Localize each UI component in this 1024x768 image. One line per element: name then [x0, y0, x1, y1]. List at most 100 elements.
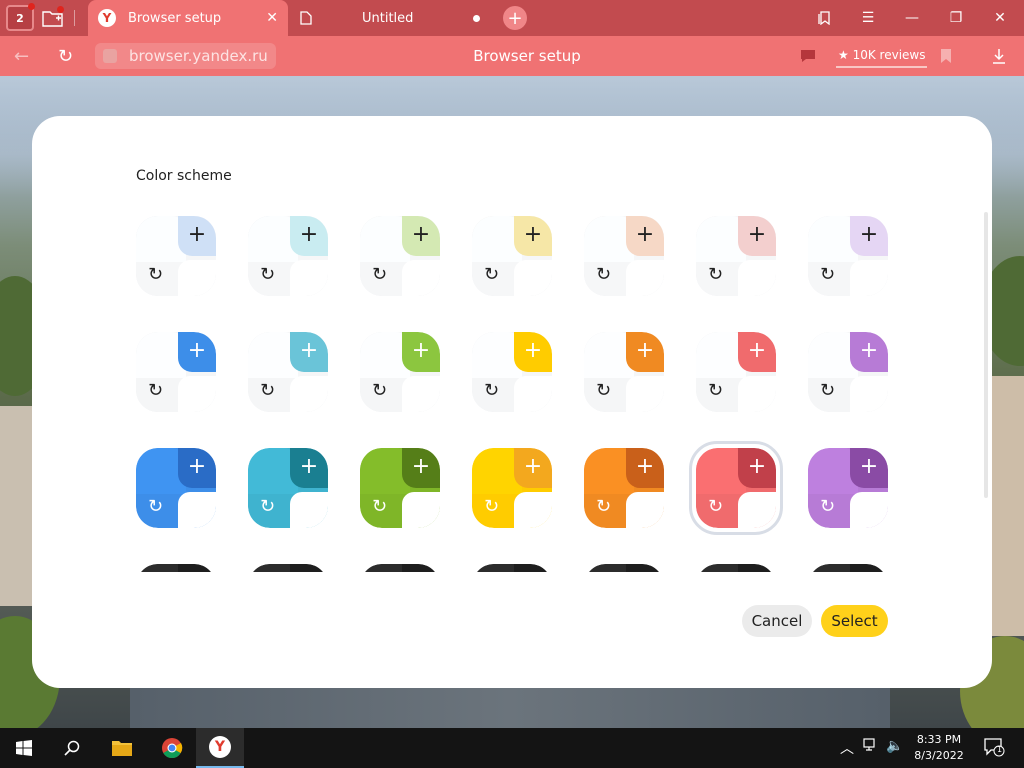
notification-dot: [57, 6, 64, 13]
reload-icon: ↻: [372, 380, 388, 401]
windows-taskbar: Y ︿ 🔈 8:33 PM 8/3/2022 1: [0, 728, 1024, 768]
color-swatch-teal-mid[interactable]: + ↻: [248, 332, 328, 412]
reload-icon: ↻: [260, 380, 276, 401]
download-icon: [993, 49, 1005, 64]
color-swatch-blue-mid[interactable]: + ↻: [136, 332, 216, 412]
comments-button[interactable]: [800, 36, 816, 76]
plus-icon: +: [635, 222, 655, 247]
color-swatch-yellow-light[interactable]: + ↻: [472, 216, 552, 296]
unsaved-dot-icon: [473, 14, 480, 22]
reload-icon: ↻: [484, 496, 500, 517]
restore-button[interactable]: ❐: [934, 0, 978, 36]
close-tab-icon[interactable]: ✕: [266, 10, 278, 26]
bookmarks-panel-button[interactable]: [802, 0, 846, 36]
scrollbar[interactable]: [984, 212, 988, 498]
bookmark-button[interactable]: [940, 36, 952, 76]
color-swatch-red-strong[interactable]: + ↻: [696, 448, 776, 528]
select-button[interactable]: Select: [821, 605, 888, 637]
swatch-address-field: [850, 260, 888, 296]
plus-icon: +: [411, 222, 431, 247]
plus-icon: +: [858, 570, 880, 572]
color-swatch-purple-strong[interactable]: + ↻: [808, 448, 888, 528]
color-swatch-yellow-dark[interactable]: +↻: [472, 564, 552, 572]
cancel-button[interactable]: Cancel: [742, 605, 812, 637]
color-swatch-yellow-mid[interactable]: + ↻: [472, 332, 552, 412]
reload-icon: ↻: [148, 496, 164, 517]
color-swatch-green-light[interactable]: + ↻: [360, 216, 440, 296]
clock-time: 8:33 PM: [916, 733, 962, 746]
reload-icon: ↻: [148, 264, 164, 285]
color-swatch-orange-dark[interactable]: +↻: [584, 564, 664, 572]
search-button[interactable]: [48, 728, 96, 768]
volume-icon[interactable]: 🔈: [886, 738, 903, 754]
hamburger-menu-icon: ☰: [861, 10, 875, 26]
color-swatch-yellow-strong[interactable]: + ↻: [472, 448, 552, 528]
tab-browser-setup[interactable]: Y Browser setup ✕: [88, 0, 288, 36]
color-swatch-red-mid[interactable]: + ↻: [696, 332, 776, 412]
tab-untitled[interactable]: Untitled: [290, 0, 490, 36]
reload-icon: ↻: [708, 264, 724, 285]
plus-icon: +: [298, 570, 320, 572]
color-swatch-teal-dark[interactable]: +↻: [248, 564, 328, 572]
plus-icon: +: [507, 7, 523, 29]
yandex-browser-button[interactable]: Y: [196, 728, 244, 768]
swatch-address-field: [290, 376, 328, 412]
menu-button[interactable]: ☰: [846, 0, 890, 36]
color-scheme-dialog: Color scheme + ↻ + ↻ + ↻ + ↻ + ↻ + ↻ + ↻ + ↻ + ↻ + ↻ + ↻ + ↻ + ↻ +…: [32, 116, 992, 688]
search-icon: [64, 740, 80, 756]
minimize-button[interactable]: —: [890, 0, 934, 36]
color-swatch-purple-dark[interactable]: +↻: [808, 564, 888, 572]
plus-icon: +: [299, 454, 319, 479]
close-window-button[interactable]: ✕: [978, 0, 1022, 36]
folder-icon: [112, 741, 132, 756]
reviews-label: 10K reviews: [852, 48, 926, 62]
reload-icon: ↻: [596, 496, 612, 517]
bookmark-icon: [941, 49, 951, 63]
plus-icon: +: [186, 570, 208, 572]
swatch-address-field: [178, 260, 216, 296]
reviews-button[interactable]: ★ 10K reviews: [836, 44, 928, 68]
color-swatch-orange-mid[interactable]: + ↻: [584, 332, 664, 412]
color-swatch-green-mid[interactable]: + ↻: [360, 332, 440, 412]
reload-icon: ↻: [372, 264, 388, 285]
new-tab-group-button[interactable]: [40, 5, 66, 31]
color-swatch-red-dark[interactable]: +↻: [696, 564, 776, 572]
downloads-button[interactable]: [992, 36, 1006, 76]
color-swatch-green-dark[interactable]: +↻: [360, 564, 440, 572]
plus-icon: +: [746, 570, 768, 572]
color-swatch-teal-light[interactable]: + ↻: [248, 216, 328, 296]
tab-count: 2: [16, 11, 24, 25]
reload-icon: ↻: [820, 380, 836, 401]
new-tab-button[interactable]: +: [503, 6, 527, 30]
chevron-up-icon[interactable]: ︿: [840, 738, 854, 758]
system-clock[interactable]: 8:33 PM 8/3/2022: [905, 732, 973, 764]
plus-icon: +: [522, 570, 544, 572]
color-swatch-red-light[interactable]: + ↻: [696, 216, 776, 296]
color-swatch-green-strong[interactable]: + ↻: [360, 448, 440, 528]
reload-icon: ↻: [820, 496, 836, 517]
speech-bubble-icon: [801, 50, 815, 62]
plus-icon: +: [747, 338, 767, 363]
color-swatch-orange-light[interactable]: + ↻: [584, 216, 664, 296]
color-swatch-blue-dark[interactable]: +↻: [136, 564, 216, 572]
swatch-address-field: [514, 376, 552, 412]
reload-icon: ↻: [708, 380, 724, 401]
action-center-button[interactable]: 1: [983, 736, 1005, 762]
plus-icon: +: [523, 338, 543, 363]
chrome-button[interactable]: [148, 728, 196, 768]
tab-count-button[interactable]: 2: [6, 3, 35, 31]
color-swatch-blue-light[interactable]: + ↻: [136, 216, 216, 296]
color-swatch-orange-strong[interactable]: + ↻: [584, 448, 664, 528]
swatch-address-field: [290, 260, 328, 296]
color-swatch-purple-mid[interactable]: + ↻: [808, 332, 888, 412]
tab-title: Browser setup: [128, 10, 222, 26]
start-button[interactable]: [0, 728, 48, 768]
file-explorer-button[interactable]: [98, 728, 146, 768]
network-icon[interactable]: [863, 738, 879, 756]
plus-icon: +: [299, 338, 319, 363]
color-swatch-blue-strong[interactable]: + ↻: [136, 448, 216, 528]
color-swatch-teal-strong[interactable]: + ↻: [248, 448, 328, 528]
swatch-address-field: [178, 492, 216, 528]
plus-icon: +: [635, 338, 655, 363]
color-swatch-purple-light[interactable]: + ↻: [808, 216, 888, 296]
